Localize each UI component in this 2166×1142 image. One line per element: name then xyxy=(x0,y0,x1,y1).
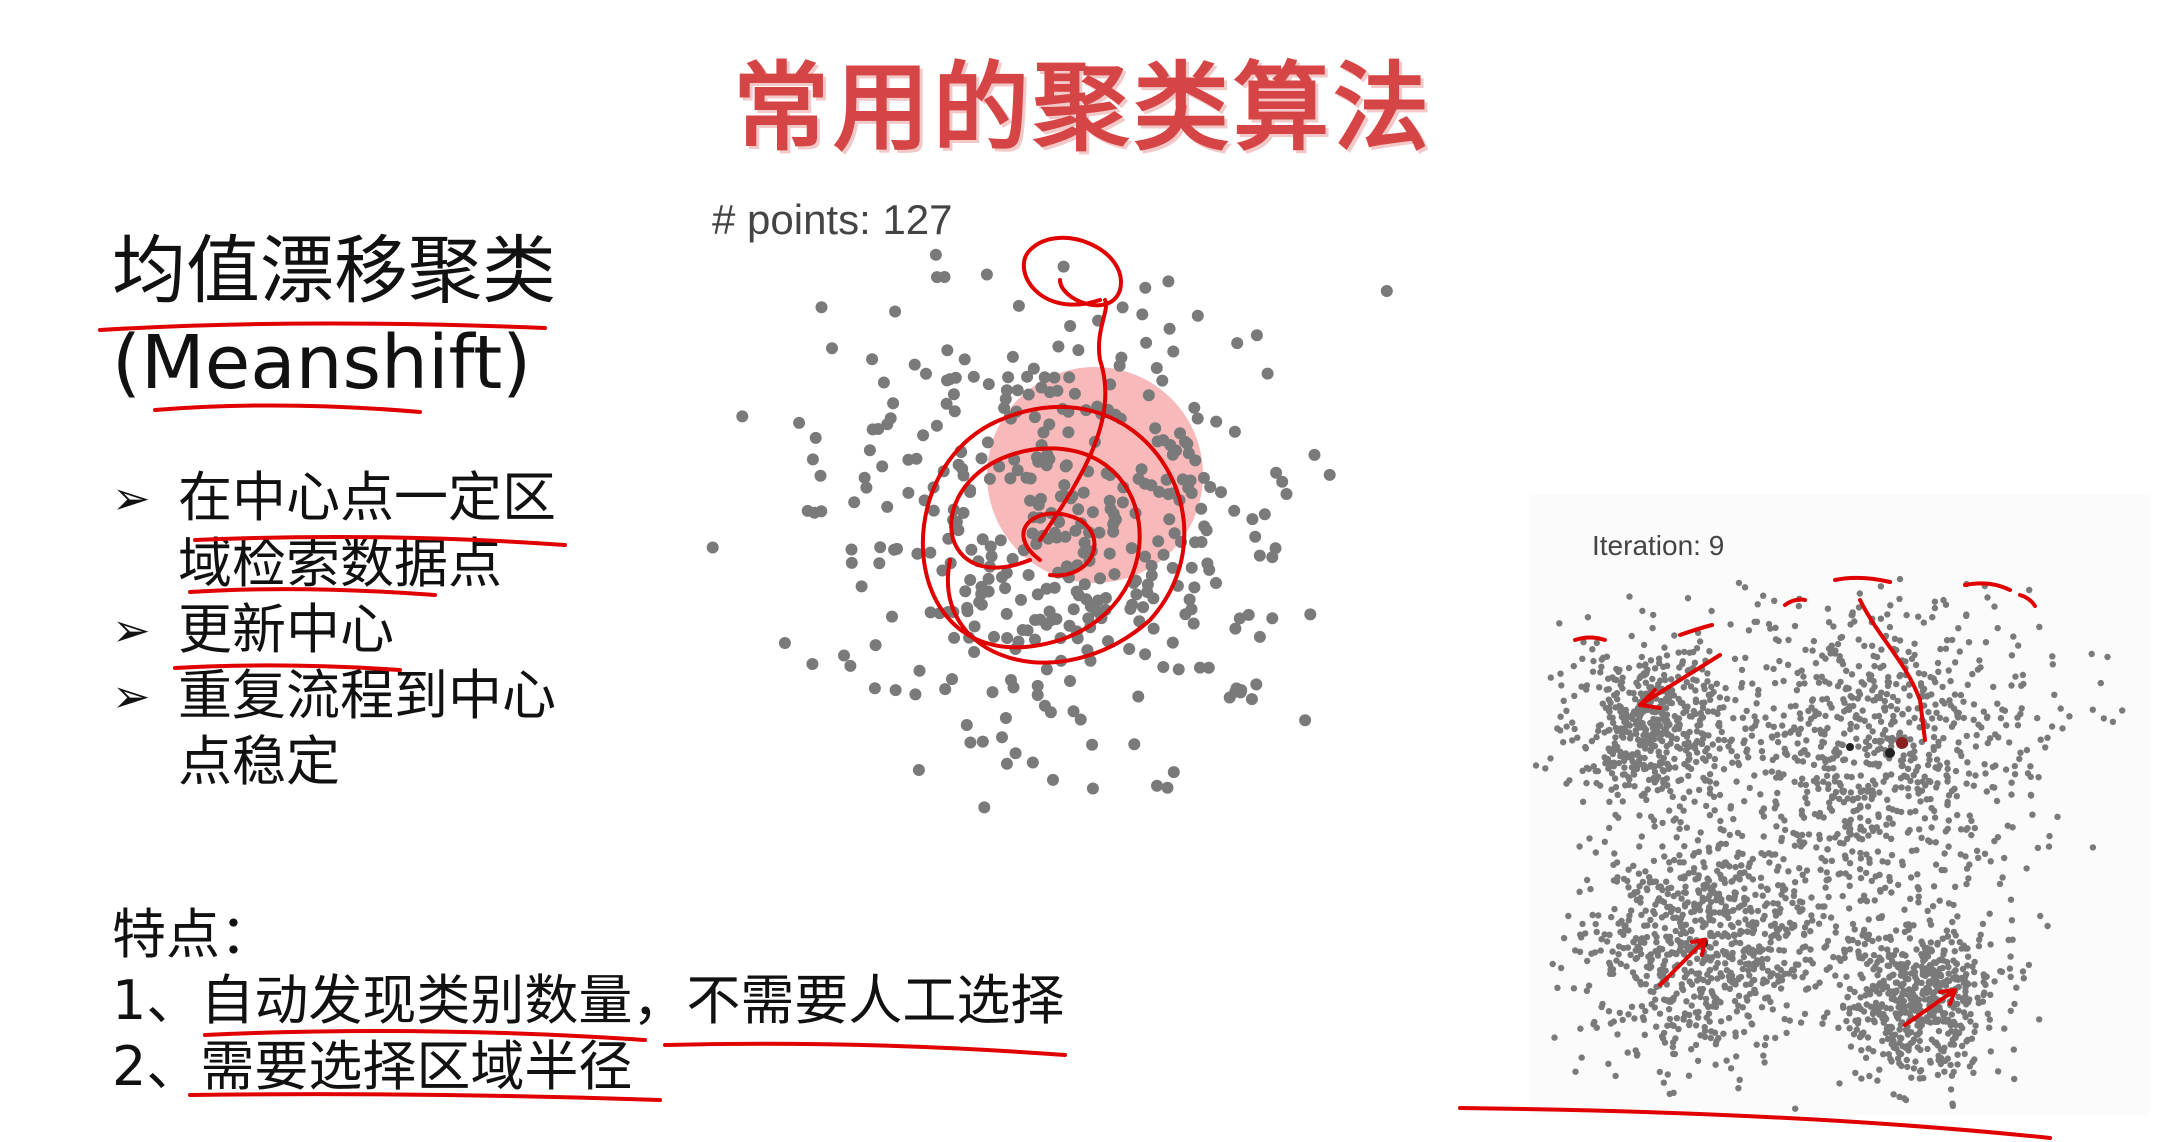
underline-annotation xyxy=(98,321,547,332)
spiral-annotation xyxy=(920,405,1187,665)
arrow-annotation xyxy=(1903,988,1957,1027)
underline-annotation xyxy=(188,1092,662,1102)
trajectory-annotation xyxy=(1021,235,1123,308)
annotation-layer xyxy=(98,235,2052,1140)
trajectory-annotation xyxy=(1038,298,1108,542)
underline-annotation xyxy=(153,403,422,414)
tick-annotation xyxy=(1573,575,2037,642)
underline-annotation xyxy=(203,1029,647,1042)
underline-annotation xyxy=(193,534,567,547)
trajectory-annotation xyxy=(1858,598,1927,742)
arrow-annotation xyxy=(1658,938,1707,987)
arrow-annotation xyxy=(1638,653,1722,710)
underline-annotation xyxy=(188,587,437,597)
underline-annotation xyxy=(1458,1106,2052,1140)
underline-annotation xyxy=(663,1041,1067,1057)
spiral-annotation xyxy=(1021,511,1097,578)
underline-annotation xyxy=(173,663,402,672)
